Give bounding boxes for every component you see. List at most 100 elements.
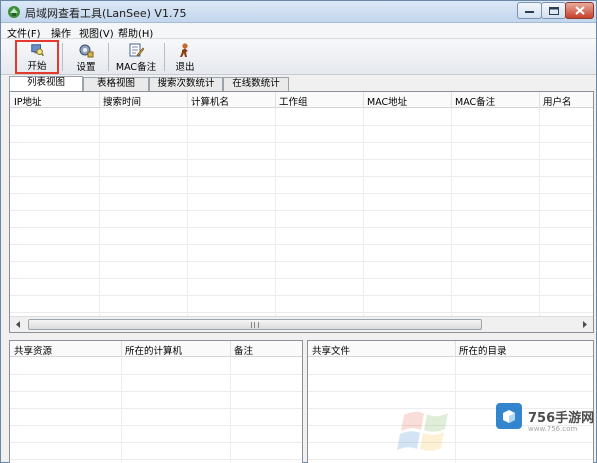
mac-note-button[interactable]: MAC备注 [111,41,161,73]
grid-row-line [10,459,302,460]
close-button[interactable] [565,2,594,19]
grid-column-line [275,108,276,316]
table-body [10,357,302,463]
arrow-left-icon [15,321,20,328]
grid-column-line [363,108,364,316]
view-tabs: 列表视图 表格视图 搜索次数统计 在线数统计 [1,76,596,92]
tab-grid-view[interactable]: 表格视图 [83,77,149,91]
start-button[interactable]: 开始 [15,40,59,74]
arrow-right-icon [582,321,587,328]
column-divider[interactable] [455,341,456,357]
grid-column-line [187,108,188,316]
grid-row-line [10,312,593,313]
table-header: 共享文件 所在的目录 [308,341,593,357]
host-list-table[interactable]: IP地址 搜索时间 计算机名 工作组 MAC地址 MAC备注 用户名 [9,91,594,333]
menu-file[interactable]: 文件(F) [7,25,41,40]
grid-row-line [10,295,593,296]
grid-column-line [539,108,540,316]
column-header-directory[interactable]: 所在的目录 [459,343,507,357]
scroll-right-button[interactable] [577,317,593,332]
grid-row-line [308,374,593,375]
column-header-ip[interactable]: IP地址 [14,94,42,108]
grid-row-line [308,391,593,392]
column-header-username[interactable]: 用户名 [543,94,572,108]
grid-row-line [10,159,593,160]
site-watermark: 756手游网 www.756.com [393,403,594,451]
column-divider[interactable] [539,92,540,108]
cube-icon [496,403,522,429]
search-computer-icon [31,44,45,57]
grid-column-line [121,357,122,463]
watermark-url: www.756.com [528,425,578,433]
maximize-button[interactable] [541,2,566,19]
settings-button[interactable]: 设置 [67,41,105,73]
grid-row-line [10,176,593,177]
column-header-note[interactable]: 备注 [234,343,253,357]
start-label: 开始 [27,61,47,72]
grid-row-line [10,227,593,228]
column-divider[interactable] [99,92,100,108]
column-divider[interactable] [187,92,188,108]
table-body [10,108,593,316]
column-header-mac[interactable]: MAC地址 [367,94,407,108]
title-bar: 局域网查看工具(LanSee) V1.75 [1,1,596,23]
menu-bar: 文件(F) 操作 视图(V) 帮助(H) [1,23,596,40]
grid-row-line [10,142,593,143]
grid-row-line [10,374,302,375]
maximize-icon [548,6,559,15]
menu-help[interactable]: 帮助(H) [118,25,153,40]
column-divider[interactable] [121,341,122,357]
settings-icon [79,44,94,58]
grid-row-line [10,261,593,262]
grid-row-line [10,244,593,245]
toolbar: 开始 设置 MAC备注 退出 [1,39,596,75]
settings-label: 设置 [76,62,96,73]
grid-row-line [10,425,302,426]
minimize-icon [525,10,534,13]
grid-column-line [99,108,100,316]
horizontal-scrollbar[interactable] [10,316,593,332]
tab-list-view[interactable]: 列表视图 [9,76,83,92]
toolbar-separator [62,43,63,71]
exit-icon [180,43,188,57]
shared-resources-table[interactable]: 共享资源 所在的计算机 备注 [9,340,303,463]
mac-note-label: MAC备注 [115,62,157,73]
table-header: IP地址 搜索时间 计算机名 工作组 MAC地址 MAC备注 用户名 [10,92,593,108]
grid-column-line [451,108,452,316]
toolbar-separator [108,43,109,71]
grid-row-line [10,125,593,126]
quit-button[interactable]: 退出 [167,41,203,73]
column-header-shared-file[interactable]: 共享文件 [312,343,350,357]
scrollbar-thumb[interactable] [28,319,482,330]
grid-row-line [10,210,593,211]
quit-label: 退出 [175,62,195,73]
column-divider[interactable] [451,92,452,108]
toolbar-separator [164,43,165,71]
edit-note-icon [129,43,144,57]
grid-row-line [10,442,302,443]
grid-column-line [230,357,231,463]
column-divider[interactable] [230,341,231,357]
grid-row-line [10,278,593,279]
grid-row-line [10,391,302,392]
column-divider[interactable] [275,92,276,108]
column-header-search-time[interactable]: 搜索时间 [103,94,141,108]
app-icon [8,6,20,18]
window-title: 局域网查看工具(LanSee) V1.75 [25,7,187,20]
grid-row-line [10,408,302,409]
column-header-share[interactable]: 共享资源 [14,343,52,357]
menu-operate[interactable]: 操作 [51,25,71,40]
column-header-mac-note[interactable]: MAC备注 [455,94,495,108]
column-header-computer-name[interactable]: 计算机名 [191,94,229,108]
close-icon [574,6,585,15]
scroll-left-button[interactable] [10,317,26,332]
column-header-host-computer[interactable]: 所在的计算机 [125,343,182,357]
column-header-workgroup[interactable]: 工作组 [279,94,308,108]
tab-online-count[interactable]: 在线数统计 [223,77,289,91]
tab-search-count[interactable]: 搜索次数统计 [149,77,223,91]
minimize-button[interactable] [517,2,542,19]
grid-row-line [10,193,593,194]
column-divider[interactable] [363,92,364,108]
menu-view[interactable]: 视图(V) [79,25,114,40]
table-header: 共享资源 所在的计算机 备注 [10,341,302,357]
